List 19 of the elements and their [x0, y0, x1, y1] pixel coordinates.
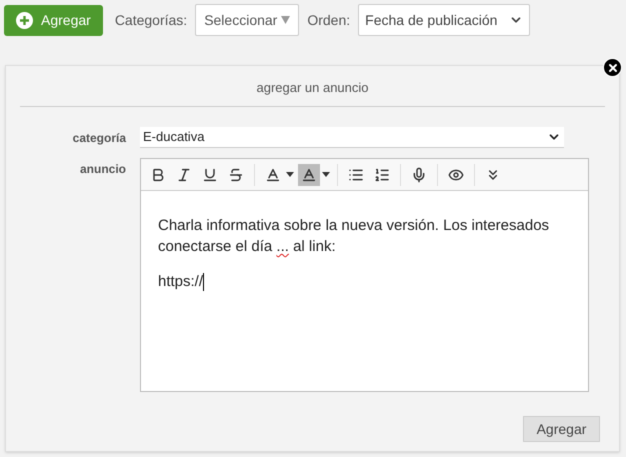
- highlight-color-icon[interactable]: [298, 164, 320, 186]
- add-button[interactable]: Agregar: [4, 4, 103, 36]
- submit-button[interactable]: Agregar: [523, 416, 600, 442]
- panel-title: agregar un anuncio: [256, 80, 369, 95]
- order-select[interactable]: Fecha de publicación: [358, 4, 530, 36]
- close-icon[interactable]: [603, 58, 622, 77]
- editor-paragraph: https://: [158, 272, 206, 292]
- categories-label: Categorías:: [114, 10, 188, 30]
- announcement-label: anuncio: [78, 161, 127, 178]
- category-select[interactable]: E-ducativa: [140, 127, 564, 148]
- order-label: Orden:: [307, 10, 350, 30]
- caret-icon[interactable]: [286, 172, 294, 177]
- categories-select[interactable]: Seleccionar: [195, 4, 300, 36]
- rich-text-editor[interactable]: Charla informativa sobre la nueva versión. Los interesados conectarse el día ... al link: https://: [140, 158, 589, 392]
- category-label: categoría: [72, 130, 128, 146]
- plus-icon: [16, 12, 33, 28]
- caret-icon[interactable]: [322, 172, 330, 177]
- editor-paragraph: Charla informativa sobre la nueva versión. Los interesados conectarse el día ... al link:: [158, 216, 550, 257]
- dropdown-arrow-icon: [281, 16, 290, 24]
